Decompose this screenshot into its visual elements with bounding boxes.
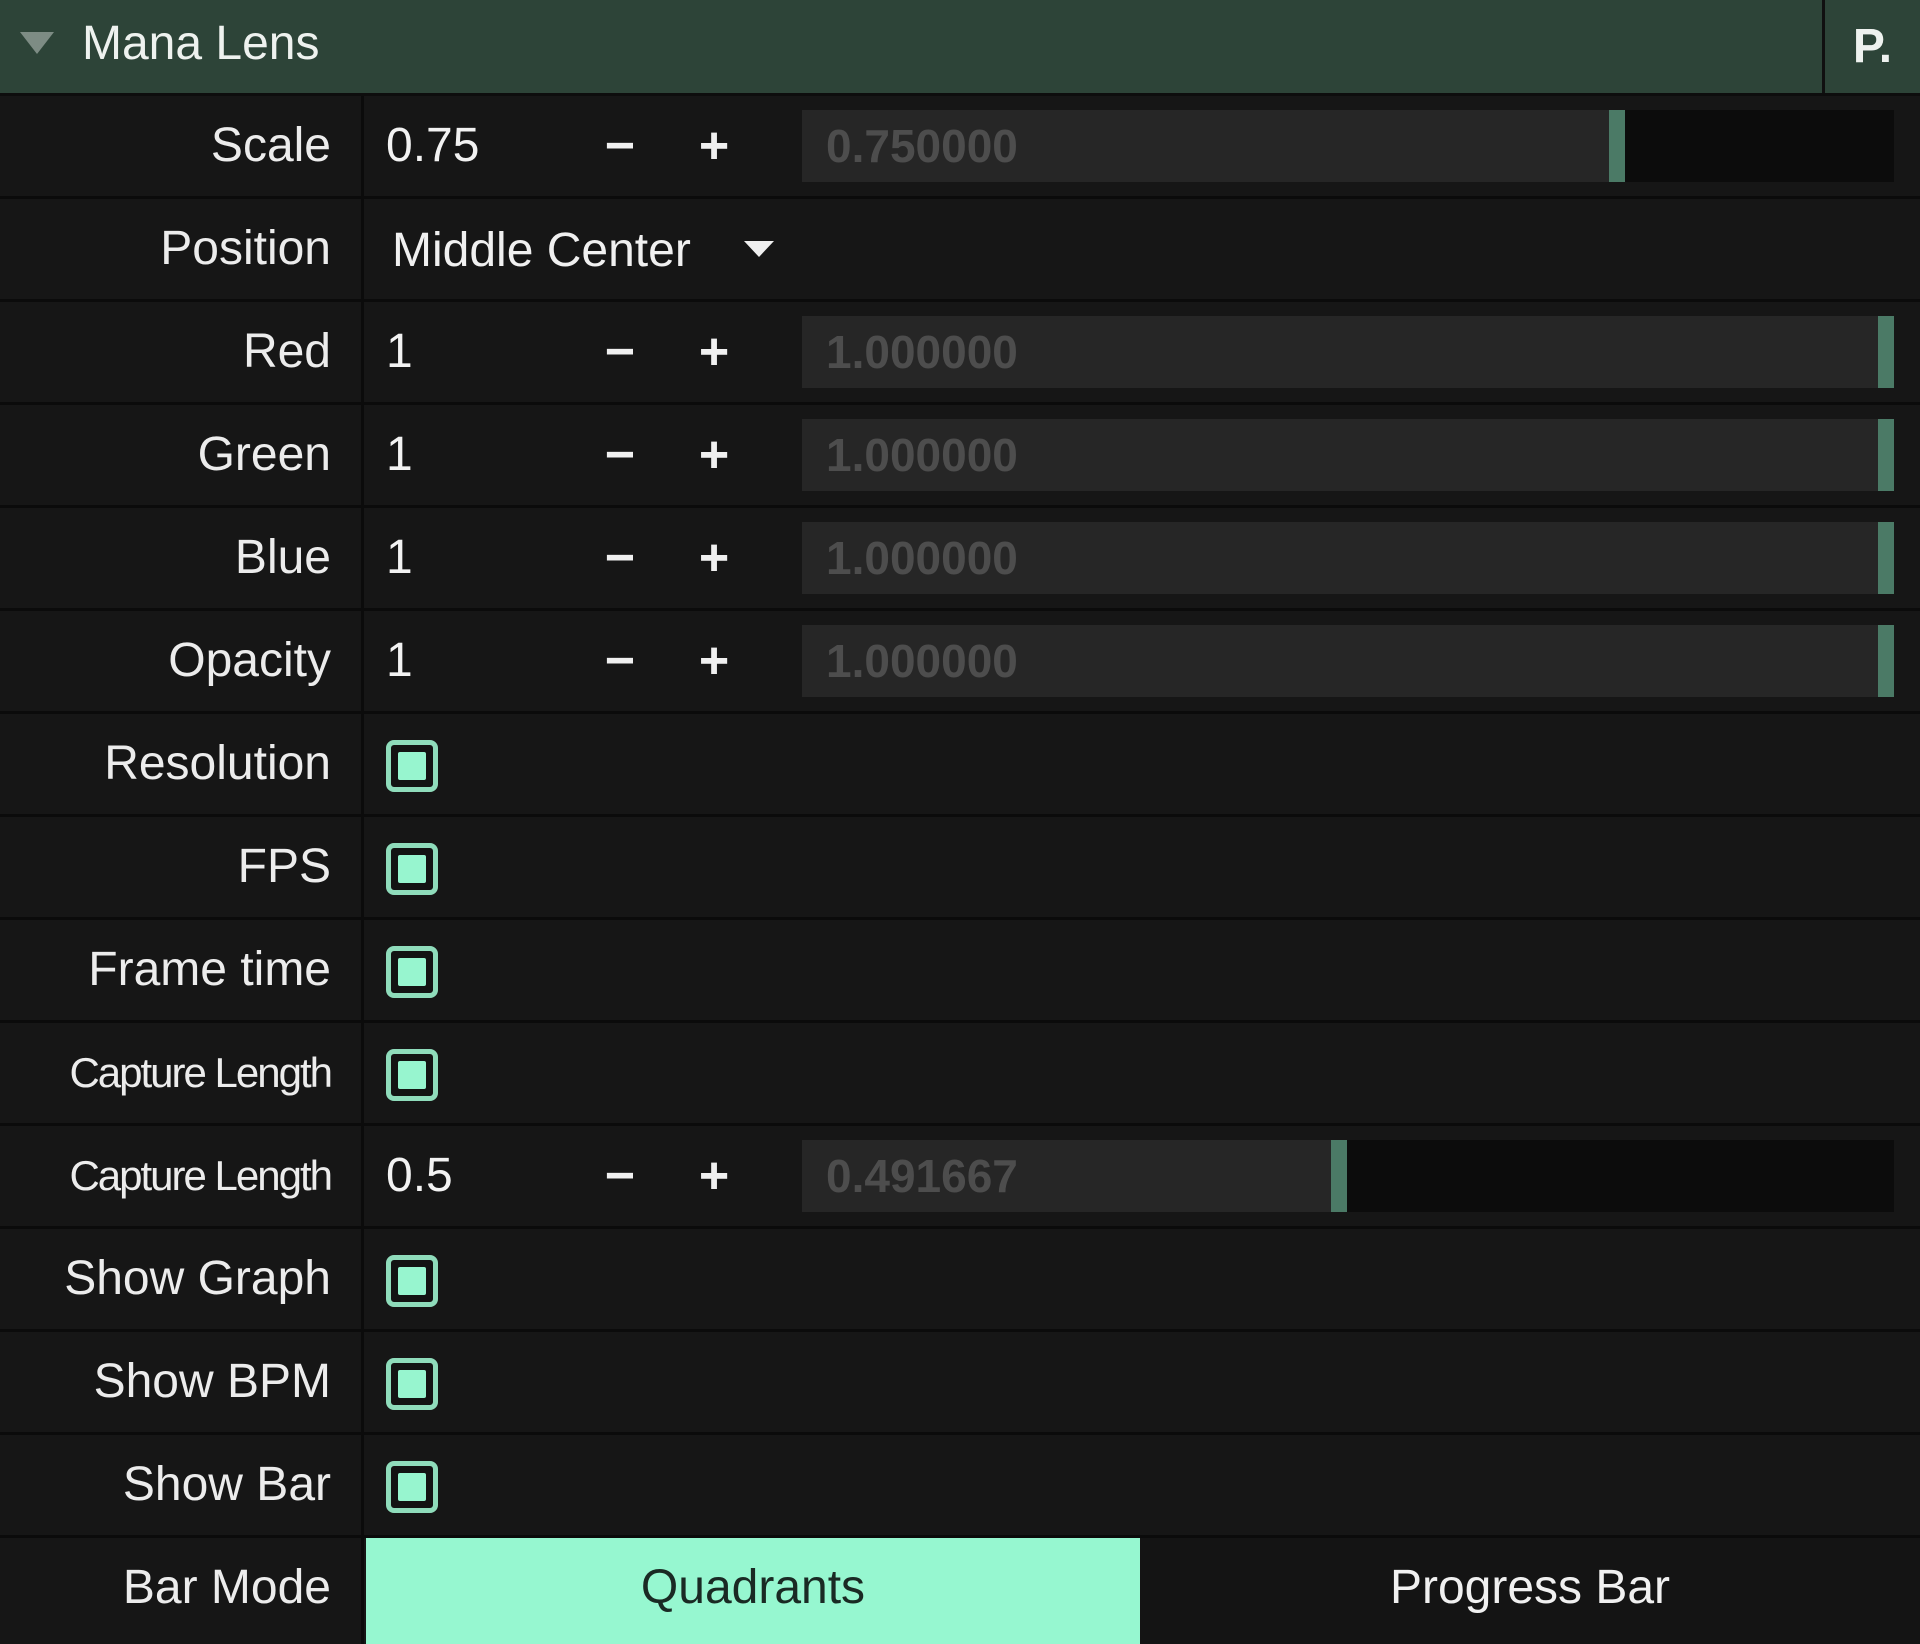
blue-increment-button[interactable]: + xyxy=(684,508,744,608)
position-dropdown[interactable]: Middle Center xyxy=(392,201,691,301)
frame-time-checkbox[interactable] xyxy=(386,946,438,998)
capture-length-slider[interactable]: 0.491667 xyxy=(802,1140,1894,1212)
label-show-bar: Show Bar xyxy=(122,1458,331,1511)
green-slider[interactable]: 1.000000 xyxy=(802,419,1894,491)
row-capture-length-toggle: Capture Length xyxy=(0,1023,1920,1126)
dropdown-arrow-icon[interactable] xyxy=(744,241,774,257)
label-fps: FPS xyxy=(237,840,331,893)
row-green: Green 1 − + 1.000000 xyxy=(0,405,1920,508)
slider-handle[interactable] xyxy=(1878,625,1894,697)
green-increment-button[interactable]: + xyxy=(684,405,744,505)
slider-value-text: 0.491667 xyxy=(826,1150,1018,1202)
blue-value-input[interactable]: 1 xyxy=(386,508,413,608)
row-show-bpm: Show BPM xyxy=(0,1332,1920,1435)
show-graph-checkbox[interactable] xyxy=(386,1255,438,1307)
row-opacity: Opacity 1 − + 1.000000 xyxy=(0,611,1920,714)
green-decrement-button[interactable]: − xyxy=(590,405,650,505)
slider-value-text: 1.000000 xyxy=(826,635,1018,687)
label-bar-mode: Bar Mode xyxy=(122,1561,331,1614)
label-blue: Blue xyxy=(234,531,331,584)
row-show-bar: Show Bar xyxy=(0,1435,1920,1538)
row-frame-time: Frame time xyxy=(0,920,1920,1023)
collapse-arrow-icon[interactable] xyxy=(20,32,54,54)
resolution-checkbox[interactable] xyxy=(386,740,438,792)
fps-checkbox[interactable] xyxy=(386,843,438,895)
label-red: Red xyxy=(242,325,331,378)
slider-value-text: 1.000000 xyxy=(826,429,1018,481)
slider-value-text: 1.000000 xyxy=(826,326,1018,378)
opacity-slider[interactable]: 1.000000 xyxy=(802,625,1894,697)
label-capture-length-toggle: Capture Length xyxy=(69,1049,333,1096)
panel-header[interactable]: Mana Lens P. xyxy=(0,0,1920,96)
capture-length-value-input[interactable]: 0.5 xyxy=(386,1126,453,1226)
red-slider[interactable]: 1.000000 xyxy=(802,316,1894,388)
scale-slider[interactable]: 0.750000 xyxy=(802,110,1894,182)
label-frame-time: Frame time xyxy=(88,943,331,996)
red-value-input[interactable]: 1 xyxy=(386,302,413,402)
label-show-graph: Show Graph xyxy=(64,1252,331,1305)
check-mark-icon xyxy=(398,1061,426,1089)
row-blue: Blue 1 − + 1.000000 xyxy=(0,508,1920,611)
check-mark-icon xyxy=(398,1473,426,1501)
show-bpm-checkbox[interactable] xyxy=(386,1358,438,1410)
capture-length-increment-button[interactable]: + xyxy=(684,1126,744,1226)
label-green: Green xyxy=(197,428,331,481)
opacity-increment-button[interactable]: + xyxy=(684,611,744,711)
green-value-input[interactable]: 1 xyxy=(386,405,413,505)
slider-handle[interactable] xyxy=(1878,316,1894,388)
row-capture-length: Capture Length 0.5 − + 0.491667 xyxy=(0,1126,1920,1229)
panel-title: Mana Lens xyxy=(82,17,320,70)
scale-increment-button[interactable]: + xyxy=(684,96,744,196)
row-bar-mode: Bar Mode Quadrants Progress Bar xyxy=(0,1538,1920,1644)
blue-decrement-button[interactable]: − xyxy=(590,508,650,608)
blue-slider[interactable]: 1.000000 xyxy=(802,522,1894,594)
capture-length-checkbox[interactable] xyxy=(386,1049,438,1101)
row-position: Position Middle Center xyxy=(0,199,1920,302)
label-scale: Scale xyxy=(210,119,331,172)
capture-length-decrement-button[interactable]: − xyxy=(590,1126,650,1226)
show-bar-checkbox[interactable] xyxy=(386,1461,438,1513)
scale-decrement-button[interactable]: − xyxy=(590,96,650,196)
red-increment-button[interactable]: + xyxy=(684,302,744,402)
check-mark-icon xyxy=(398,752,426,780)
scale-value-input[interactable]: 0.75 xyxy=(386,96,479,196)
bar-mode-quadrants-button[interactable]: Quadrants xyxy=(366,1538,1140,1644)
label-show-bpm: Show BPM xyxy=(93,1355,331,1408)
slider-handle[interactable] xyxy=(1878,419,1894,491)
slider-handle[interactable] xyxy=(1331,1140,1347,1212)
slider-handle[interactable] xyxy=(1609,110,1625,182)
row-red: Red 1 − + 1.000000 xyxy=(0,302,1920,405)
label-position: Position xyxy=(160,222,331,275)
row-fps: FPS xyxy=(0,817,1920,920)
bar-mode-progress-bar-button[interactable]: Progress Bar xyxy=(1140,1538,1920,1644)
check-mark-icon xyxy=(398,855,426,883)
opacity-value-input[interactable]: 1 xyxy=(386,611,413,711)
row-show-graph: Show Graph xyxy=(0,1229,1920,1332)
check-mark-icon xyxy=(398,1267,426,1295)
check-mark-icon xyxy=(398,1370,426,1398)
slider-value-text: 1.000000 xyxy=(826,532,1018,584)
opacity-decrement-button[interactable]: − xyxy=(590,611,650,711)
label-opacity: Opacity xyxy=(168,634,331,687)
label-capture-length: Capture Length xyxy=(69,1152,333,1199)
label-resolution: Resolution xyxy=(104,737,331,790)
slider-handle[interactable] xyxy=(1878,522,1894,594)
row-resolution: Resolution xyxy=(0,714,1920,817)
row-scale: Scale 0.75 − + 0.750000 xyxy=(0,96,1920,199)
check-mark-icon xyxy=(398,958,426,986)
red-decrement-button[interactable]: − xyxy=(590,302,650,402)
pin-button[interactable]: P. xyxy=(1822,0,1920,93)
slider-value-text: 0.750000 xyxy=(826,120,1018,172)
